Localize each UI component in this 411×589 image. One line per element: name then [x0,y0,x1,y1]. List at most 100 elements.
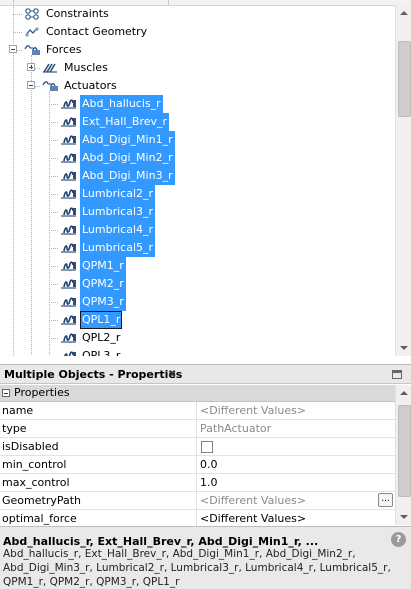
column-divider [196,402,197,420]
tree-guide-line [49,158,58,159]
tree-guide-line [49,338,58,339]
close-icon[interactable]: ✖ [168,365,176,384]
expand-node-icon[interactable] [27,63,35,71]
tree-node-label[interactable]: Abd_hallucis_r [80,95,163,113]
constraints-icon [24,8,41,20]
property-value[interactable]: <Different Values> [200,492,380,509]
column-divider [196,456,197,474]
property-row[interactable]: name <Different Values> [0,402,395,420]
navigator-tree[interactable]: Constraints Contact Geometry Forces Muscles… [0,0,411,356]
property-value[interactable]: <Different Values> [200,402,380,419]
property-row[interactable]: isDisabled [0,438,395,456]
tree-node[interactable]: Abd_Digi_Min2_r [0,149,394,167]
tree-node-label[interactable]: Lumbrical5_r [80,239,156,257]
path-actuator-icon [60,260,77,272]
property-value[interactable]: PathActuator [200,420,380,437]
tree-guide-line [49,248,58,249]
tree-node-label[interactable]: Forces [44,41,84,59]
tree-node[interactable]: QPM2_r [0,275,394,293]
tree-node[interactable]: QPL2_r [0,329,394,347]
property-value[interactable]: 0.0 [200,456,380,473]
isdisabled-checkbox[interactable] [201,441,213,453]
help-icon[interactable]: ? [391,532,406,547]
property-row[interactable]: max_control 1.0 [0,474,395,492]
tree-node-label[interactable]: Abd_Digi_Min3_r [80,167,175,185]
tree-node[interactable]: QPM1_r [0,257,394,275]
path-actuator-icon [60,170,77,182]
description-text: Abd_hallucis_r, Ext_Hall_Brev_r, Abd_Dig… [3,548,391,588]
tree-node-label[interactable]: Lumbrical3_r [80,203,156,221]
tree-guide-line [49,266,58,267]
collapse-icon[interactable] [2,389,10,397]
edit-geometry-path-button[interactable]: ... [378,493,393,507]
path-actuator-icon [60,296,77,308]
path-actuator-icon [60,278,77,290]
collapse-node-icon[interactable] [27,81,35,89]
scroll-down-arrow-icon[interactable] [396,509,411,525]
tree-node-label[interactable]: QPL3_r [80,347,122,356]
property-row[interactable]: min_control 0.0 [0,456,395,474]
collapse-node-icon[interactable] [9,45,17,53]
tree-node[interactable]: Abd_Digi_Min3_r [0,167,394,185]
path-actuator-icon [60,224,77,236]
tree-node-label[interactable]: QPL1_r [80,311,123,329]
property-value[interactable]: 1.0 [200,474,380,491]
path-actuator-icon [60,134,77,146]
scrollbar-thumb[interactable] [398,405,411,497]
property-name: name [2,404,34,417]
tree-node-label[interactable]: Abd_Digi_Min1_r [80,131,175,149]
tree-node[interactable]: Lumbrical2_r [0,185,394,203]
tree-node[interactable]: QPM3_r [0,293,394,311]
tree-guide-line [49,284,58,285]
tree-node-label[interactable]: QPM1_r [80,257,126,275]
path-actuator-icon [60,314,77,326]
tree-node[interactable]: QPL3_r [0,347,394,356]
tree-node[interactable]: Lumbrical5_r [0,239,394,257]
tree-node-label[interactable]: Lumbrical4_r [80,221,156,239]
tree-node[interactable]: QPL1_r [0,311,394,329]
tree-node-label[interactable]: Contact Geometry [44,23,149,41]
scrollbar-thumb[interactable] [398,41,411,117]
tree-node[interactable]: Abd_hallucis_r [0,95,394,113]
tree-node-label[interactable]: Lumbrical2_r [80,185,156,203]
column-divider [196,474,197,492]
tree-guide-line [49,320,58,321]
property-row[interactable]: type PathActuator [0,420,395,438]
tree-node-label[interactable]: QPM2_r [80,275,126,293]
minimize-window-icon[interactable] [392,370,402,379]
property-name: max_control [2,476,70,489]
property-name: min_control [2,458,67,471]
property-value[interactable]: <Different Values> [200,510,380,527]
property-row[interactable]: GeometryPath <Different Values>... [0,492,395,510]
tree-guide-line [49,212,58,213]
scroll-up-arrow-icon[interactable] [396,385,411,401]
tree-node-label[interactable]: Constraints [44,5,111,23]
scroll-down-arrow-icon[interactable] [396,340,411,356]
path-actuator-icon [60,242,77,254]
property-name: isDisabled [2,440,59,453]
tree-node-label[interactable]: QPL2_r [80,329,122,347]
tree-node[interactable]: Lumbrical3_r [0,203,394,221]
scroll-up-arrow-icon[interactable] [396,5,411,21]
property-name: GeometryPath [2,494,82,507]
tree-node[interactable]: Forces [0,41,394,59]
tree-node-label[interactable]: Ext_Hall_Brev_r [80,113,170,131]
tree-node[interactable]: Constraints [0,5,394,23]
tree-node[interactable]: Muscles [0,59,394,77]
tree-node[interactable]: Ext_Hall_Brev_r [0,113,394,131]
tree-node-label[interactable]: QPM3_r [80,293,126,311]
properties-title: Multiple Objects - Properties [4,368,183,381]
tree-vertical-scrollbar[interactable] [395,5,411,356]
properties-section-header[interactable]: Properties [0,385,395,402]
tree-node[interactable]: Contact Geometry [0,23,394,41]
tree-node-label[interactable]: Abd_Digi_Min2_r [80,149,175,167]
tree-node[interactable]: Abd_Digi_Min1_r [0,131,394,149]
forces-icon [24,44,41,56]
tree-node[interactable]: Actuators [0,77,394,95]
tree-node-label[interactable]: Muscles [62,59,110,77]
tree-guide-line [49,194,58,195]
tree-node[interactable]: Lumbrical4_r [0,221,394,239]
description-area: Abd_hallucis_r, Ext_Hall_Brev_r, Abd_Dig… [0,526,411,589]
tree-node-label[interactable]: Actuators [62,77,119,95]
properties-vertical-scrollbar[interactable] [395,385,411,525]
